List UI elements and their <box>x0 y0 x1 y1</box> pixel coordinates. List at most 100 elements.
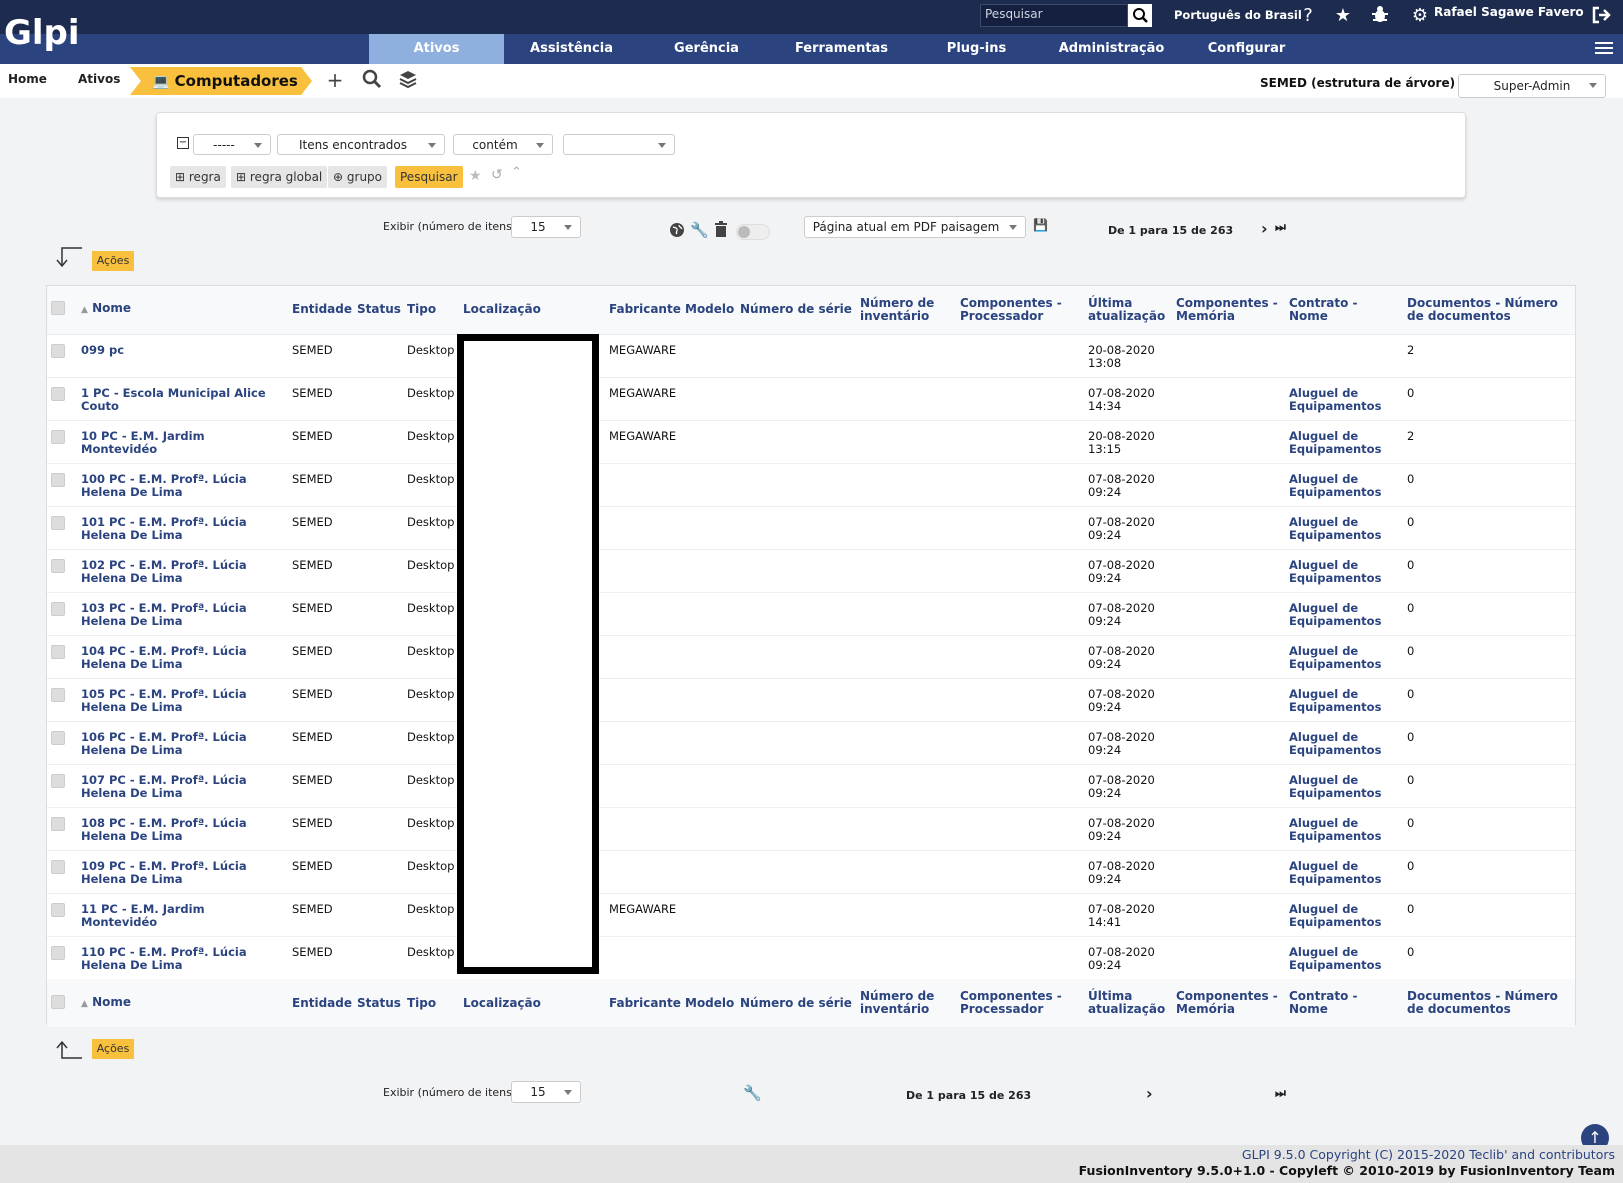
layers-icon[interactable] <box>397 69 419 91</box>
row-checkbox[interactable] <box>51 601 65 616</box>
global-search-input[interactable]: Pesquisar <box>980 4 1128 27</box>
menu-configurar[interactable]: Configurar <box>1179 34 1314 64</box>
column-header-status[interactable]: Status <box>353 286 403 334</box>
search-submit-button[interactable]: Pesquisar <box>395 166 463 188</box>
breadcrumb-ativos[interactable]: Ativos <box>78 64 120 94</box>
computer-name-link[interactable]: 10 PC - E.M. Jardim Montevidéo <box>81 429 205 456</box>
next-page-icon[interactable]: › <box>1146 1084 1153 1103</box>
column-footer-numero-inventario[interactable]: Número de inventário <box>856 979 956 1027</box>
cell-contract[interactable]: Aluguel de Equipamentos <box>1285 419 1403 463</box>
add-rule-button[interactable]: ⊞ regra <box>170 166 226 188</box>
help-icon[interactable]: ? <box>1297 5 1319 27</box>
collapse-icon[interactable]: − <box>177 137 189 149</box>
column-footer-memoria[interactable]: Componentes - Memória <box>1172 979 1285 1027</box>
bug-icon[interactable] <box>1369 5 1391 27</box>
row-checkbox[interactable] <box>51 343 65 358</box>
hamburger-icon[interactable] <box>1595 39 1613 59</box>
language-link[interactable]: Português do Brasil <box>1174 8 1302 22</box>
computer-name-link[interactable]: 106 PC - E.M. Profª. Lúcia Helena De Lim… <box>81 730 247 757</box>
column-footer-processador[interactable]: Componentes - Processador <box>956 979 1084 1027</box>
profile-select[interactable]: Super-Admin <box>1458 74 1606 98</box>
cell-contract[interactable]: Aluguel de Equipamentos <box>1285 935 1403 979</box>
select-all-checkbox-bottom[interactable] <box>51 994 65 1009</box>
computer-name-link[interactable]: 104 PC - E.M. Profª. Lúcia Helena De Lim… <box>81 644 247 671</box>
computer-name-link[interactable]: 110 PC - E.M. Profª. Lúcia Helena De Lim… <box>81 945 247 972</box>
column-footer-entidade[interactable]: Entidade <box>288 979 353 1027</box>
criteria-link-select[interactable]: ----- <box>193 134 271 155</box>
criteria-field-select[interactable]: Itens encontrados <box>277 134 445 155</box>
menu-ativos[interactable]: Ativos <box>369 34 504 64</box>
column-footer-tipo[interactable]: Tipo <box>403 979 459 1027</box>
cell-contract[interactable]: Aluguel de Equipamentos <box>1285 591 1403 635</box>
row-checkbox[interactable] <box>51 472 65 487</box>
next-page-icon[interactable]: › <box>1261 219 1268 238</box>
column-header-contrato[interactable]: Contrato - Nome <box>1285 286 1403 334</box>
export-format-select[interactable]: Página atual em PDF paisagem <box>804 216 1026 238</box>
star-icon[interactable]: ★ <box>1332 5 1354 27</box>
menu-plugins[interactable]: Plug-ins <box>909 34 1044 64</box>
reset-icon[interactable]: ↺ <box>491 167 503 183</box>
computer-name-link[interactable]: 100 PC - E.M. Profª. Lúcia Helena De Lim… <box>81 472 247 499</box>
column-header-nome[interactable]: ▲ Nome <box>77 286 288 334</box>
column-header-documentos[interactable]: Documentos - Número de documentos <box>1403 286 1575 334</box>
trash-icon[interactable] <box>714 221 728 241</box>
row-checkbox[interactable] <box>51 515 65 530</box>
glpi-logo[interactable]: Glpi <box>4 2 99 60</box>
column-footer-contrato[interactable]: Contrato - Nome <box>1285 979 1403 1027</box>
add-icon[interactable]: + <box>324 69 346 91</box>
menu-administracao[interactable]: Administração <box>1044 34 1179 64</box>
cell-contract[interactable]: Aluguel de Equipamentos <box>1285 763 1403 807</box>
column-footer-status[interactable]: Status <box>353 979 403 1027</box>
logout-icon[interactable] <box>1590 5 1612 27</box>
cell-contract[interactable]: Aluguel de Equipamentos <box>1285 462 1403 506</box>
column-header-modelo[interactable]: Modelo <box>681 286 736 334</box>
menu-gerencia[interactable]: Gerência <box>639 34 774 64</box>
glpi-copyright-link[interactable]: GLPI 9.5.0 Copyright (C) 2015-2020 Tecli… <box>1242 1147 1615 1162</box>
row-checkbox[interactable] <box>51 730 65 745</box>
search-icon[interactable] <box>1128 4 1152 27</box>
computer-name-link[interactable]: 102 PC - E.M. Profª. Lúcia Helena De Lim… <box>81 558 247 585</box>
row-checkbox[interactable] <box>51 644 65 659</box>
column-header-localizacao[interactable]: Localização <box>459 286 605 334</box>
row-checkbox[interactable] <box>51 816 65 831</box>
select-all-checkbox[interactable] <box>51 301 65 316</box>
cell-contract[interactable]: Aluguel de Equipamentos <box>1285 548 1403 592</box>
column-header-entidade[interactable]: Entidade <box>288 286 353 334</box>
computer-name-link[interactable]: 109 PC - E.M. Profª. Lúcia Helena De Lim… <box>81 859 247 886</box>
cell-contract[interactable] <box>1285 333 1403 377</box>
column-footer-nome[interactable]: ▲ Nome <box>77 979 288 1027</box>
row-checkbox[interactable] <box>51 859 65 874</box>
items-per-page-select-bottom[interactable]: 15 <box>511 1081 581 1103</box>
last-page-icon[interactable]: ⏭ <box>1275 220 1286 235</box>
row-checkbox[interactable] <box>51 773 65 788</box>
wrench-icon[interactable]: 🔧 <box>743 1084 762 1102</box>
criteria-operator-select[interactable]: contém <box>453 134 553 155</box>
column-header-fabricante[interactable]: Fabricante <box>605 286 681 334</box>
cell-contract[interactable]: Aluguel de Equipamentos <box>1285 849 1403 893</box>
breadcrumb-home[interactable]: Home <box>8 64 47 94</box>
column-footer-localizacao[interactable]: Localização <box>459 979 605 1027</box>
trash-toggle[interactable] <box>736 224 770 240</box>
column-header-memoria[interactable]: Componentes - Memória <box>1172 286 1285 334</box>
actions-button-bottom[interactable]: Ações <box>92 1039 134 1059</box>
row-checkbox[interactable] <box>51 386 65 401</box>
entity-selector[interactable]: SEMED (estrutura de árvore) <box>1260 76 1455 90</box>
cell-contract[interactable]: Aluguel de Equipamentos <box>1285 720 1403 764</box>
last-page-icon[interactable]: ⏭ <box>1275 1086 1286 1101</box>
column-footer-ultima-atualizacao[interactable]: Última atualização <box>1084 979 1172 1027</box>
cell-contract[interactable]: Aluguel de Equipamentos <box>1285 634 1403 678</box>
computer-name-link[interactable]: 101 PC - E.M. Profª. Lúcia Helena De Lim… <box>81 515 247 542</box>
menu-assistencia[interactable]: Assistência <box>504 34 639 64</box>
cell-contract[interactable]: Aluguel de Equipamentos <box>1285 505 1403 549</box>
computer-name-link[interactable]: 105 PC - E.M. Profª. Lúcia Helena De Lim… <box>81 687 247 714</box>
cell-contract[interactable]: Aluguel de Equipamentos <box>1285 376 1403 420</box>
column-header-numero-inventario[interactable]: Número de inventário <box>856 286 956 334</box>
column-footer-documentos[interactable]: Documentos - Número de documentos <box>1403 979 1575 1027</box>
computer-name-link[interactable]: 103 PC - E.M. Profª. Lúcia Helena De Lim… <box>81 601 247 628</box>
column-header-processador[interactable]: Componentes - Processador <box>956 286 1084 334</box>
cell-contract[interactable]: Aluguel de Equipamentos <box>1285 892 1403 936</box>
breadcrumb-current[interactable]: 💻 Computadores <box>130 67 312 95</box>
column-footer-fabricante[interactable]: Fabricante <box>605 979 681 1027</box>
computer-name-link[interactable]: 1 PC - Escola Municipal Alice Couto <box>81 386 266 413</box>
row-checkbox[interactable] <box>51 902 65 917</box>
